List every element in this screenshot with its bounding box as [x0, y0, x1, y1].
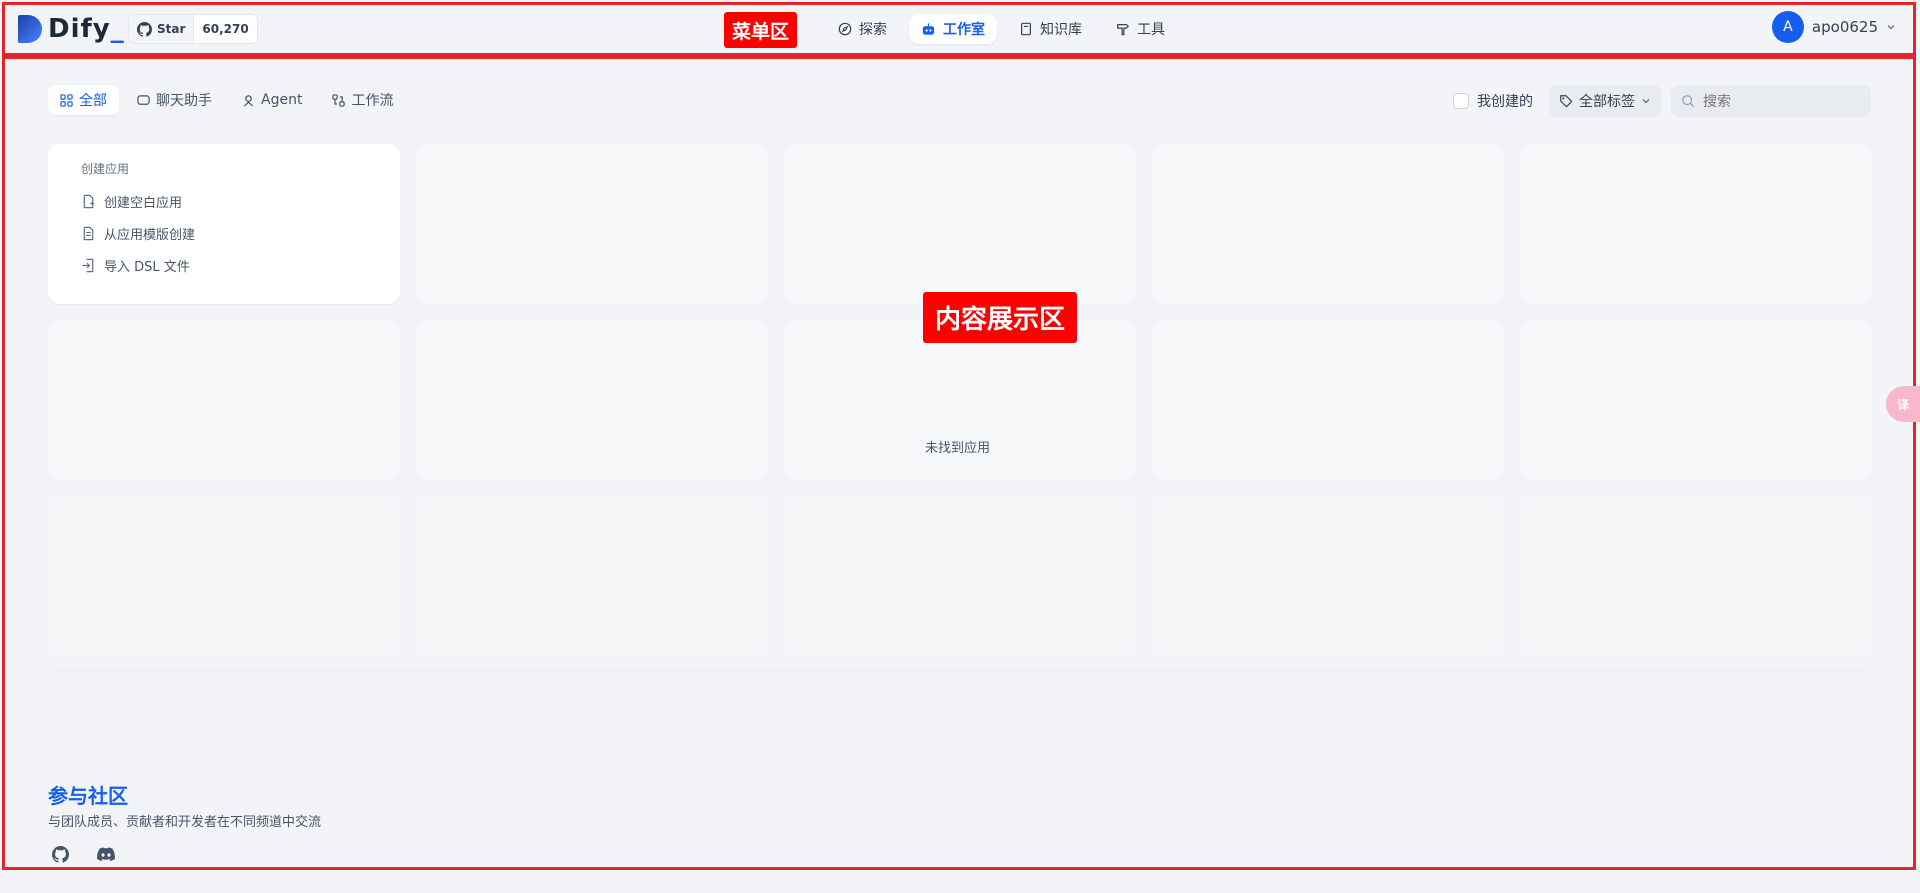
tab-label: 工作流 [351, 93, 394, 109]
hammer-icon [1117, 24, 1129, 36]
filter-bar: 我创建的 全部标签 [1453, 85, 1871, 117]
tag-icon [1560, 95, 1573, 108]
tab-label: 聊天助手 [156, 93, 212, 109]
search-box[interactable] [1671, 85, 1871, 117]
avatar: A [1771, 11, 1804, 43]
community-title: 参与社区 [48, 784, 128, 808]
placeholder-card [784, 320, 1136, 480]
search-input[interactable] [1701, 92, 1855, 110]
nav-item-explore[interactable]: 探索 [826, 14, 899, 44]
placeholder-card [48, 496, 400, 656]
import-dsl-button[interactable]: 导入 DSL 文件 [81, 251, 400, 279]
tab-label: 全部 [79, 93, 107, 109]
create-app-title: 创建应用 [81, 162, 130, 176]
placeholder-card [1520, 144, 1872, 304]
tab-workflow[interactable]: 工作流 [320, 85, 405, 115]
community-links [48, 842, 118, 866]
created-by-me-label: 我创建的 [1477, 94, 1533, 110]
placeholder-card [416, 496, 768, 656]
logo-mark-icon [18, 15, 42, 43]
discord-link[interactable] [94, 842, 118, 866]
placeholder-card [1152, 320, 1504, 480]
empty-state-text: 未找到应用 [925, 441, 991, 456]
main-nav: 探索 工作室 知识库 工具 [826, 14, 1177, 44]
chevron-down-icon [1887, 25, 1895, 30]
create-item-label: 导入 DSL 文件 [104, 259, 190, 275]
content-area-annotation: 内容展示区 [923, 292, 1077, 343]
nav-label: 探索 [859, 22, 887, 38]
nav-item-studio[interactable]: 工作室 [909, 14, 997, 44]
github-star-button[interactable]: Star 60,270 [128, 14, 258, 44]
workflow-icon [332, 93, 346, 107]
grid-icon [60, 93, 73, 107]
nav-label: 知识库 [1040, 22, 1082, 38]
placeholder-card [48, 320, 400, 480]
user-name: apo0625 [1811, 18, 1878, 36]
nav-label: 工作室 [943, 22, 985, 38]
placeholder-card [784, 144, 1136, 304]
tab-agent[interactable]: Agent [230, 85, 314, 115]
dify-logo[interactable]: Dify_ [18, 14, 125, 44]
create-blank-app-button[interactable]: 创建空白应用 [81, 187, 400, 215]
agent-icon [243, 94, 254, 107]
discord-icon [97, 846, 115, 861]
nav-item-tools[interactable]: 工具 [1104, 14, 1177, 44]
github-star-count: 60,270 [202, 22, 249, 36]
placeholder-card [1152, 496, 1504, 656]
robot-icon [922, 22, 935, 35]
search-icon [1682, 95, 1695, 108]
menu-area-annotation: 菜单区 [724, 12, 797, 48]
create-item-label: 从应用模版创建 [104, 227, 196, 243]
github-star-label: Star [157, 22, 186, 36]
github-icon [137, 21, 152, 37]
translate-icon: 译 [1896, 397, 1909, 412]
app-type-tabs: 全部 聊天助手 Agent 工作流 [48, 85, 405, 115]
user-menu[interactable]: A apo0625 [1771, 11, 1896, 43]
logo-text: Dify_ [48, 14, 125, 44]
translate-float-button[interactable]: 译 [1886, 386, 1920, 422]
compass-icon [838, 22, 852, 36]
import-icon [82, 258, 94, 272]
tag-filter-dropdown[interactable]: 全部标签 [1549, 85, 1661, 117]
file-plus-icon [83, 194, 95, 208]
github-icon [51, 845, 69, 863]
placeholder-card [416, 144, 768, 304]
github-link[interactable] [48, 842, 72, 866]
book-icon [1021, 22, 1031, 36]
create-app-card: 创建应用 创建空白应用 从应用模版创建 导入 DSL 文件 [48, 144, 400, 304]
placeholder-fade [48, 668, 1872, 696]
placeholder-card [1520, 496, 1872, 656]
chevron-down-icon [1642, 99, 1650, 104]
placeholder-card [784, 496, 1136, 656]
created-by-me-filter[interactable]: 我创建的 [1453, 91, 1533, 111]
created-by-me-checkbox[interactable] [1453, 93, 1469, 109]
nav-item-knowledge[interactable]: 知识库 [1007, 14, 1094, 44]
community-section: 参与社区 与团队成员、贡献者和开发者在不同频道中交流 [48, 780, 321, 830]
nav-label: 工具 [1137, 22, 1165, 38]
tab-label: Agent [261, 92, 303, 108]
tag-filter-label: 全部标签 [1579, 94, 1635, 110]
tab-all[interactable]: 全部 [48, 85, 119, 115]
placeholder-card [1152, 144, 1504, 304]
community-description: 与团队成员、贡献者和开发者在不同频道中交流 [48, 815, 322, 830]
placeholder-card [1520, 320, 1872, 480]
create-item-label: 创建空白应用 [104, 195, 183, 211]
template-icon [83, 226, 94, 240]
chat-icon [137, 94, 150, 105]
placeholder-card [416, 320, 768, 480]
tab-chatbot[interactable]: 聊天助手 [125, 85, 224, 115]
app-grid: 创建应用 创建空白应用 从应用模版创建 导入 DSL 文件 [48, 144, 1872, 656]
create-from-template-button[interactable]: 从应用模版创建 [81, 219, 400, 247]
